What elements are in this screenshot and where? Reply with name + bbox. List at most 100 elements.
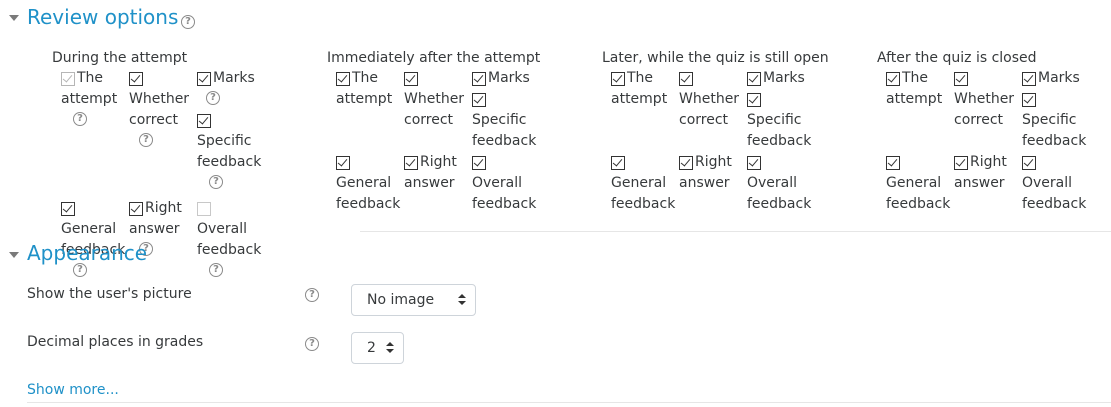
option-label-marks: Marks (763, 70, 805, 86)
question-circle-icon[interactable]: ? (209, 263, 223, 277)
review-options-title[interactable]: Review options (27, 5, 178, 29)
checkbox-during-specific-feedback[interactable] (197, 114, 211, 128)
decimal-places-select[interactable]: 2 (351, 332, 404, 364)
option-label-specific-feedback: Specific (1022, 112, 1077, 128)
show-more-link[interactable]: Show more... (27, 382, 119, 398)
option-label-overall-feedback-line2: feedback (472, 196, 537, 212)
caret-down-icon[interactable] (9, 252, 19, 258)
checkbox-during-whether-correct[interactable] (129, 72, 143, 86)
option-label-specific-feedback: Specific (747, 112, 802, 128)
option-label-whether-correct-line2: correct (404, 112, 454, 128)
question-circle-icon[interactable]: ? (181, 15, 195, 29)
checkbox-later-marks[interactable] (747, 72, 761, 86)
checkbox-closed-marks[interactable] (1022, 72, 1036, 86)
option-label-specific-feedback: Specific (197, 133, 252, 149)
option-label-overall-feedback: Overall (472, 175, 523, 191)
option-label-the-attempt: The (352, 70, 379, 86)
option-label-right-answer: Right (695, 154, 732, 170)
bottom-divider (27, 402, 1111, 403)
checkbox-later-overall-feedback[interactable] (747, 156, 761, 170)
option-label-overall-feedback-line2: feedback (197, 242, 262, 258)
checkbox-during-the-attempt (61, 72, 75, 86)
checkbox-immediately-overall-feedback[interactable] (472, 156, 486, 170)
option-label-overall-feedback-line2: feedback (1022, 196, 1087, 212)
option-label-whether-correct: Whether (679, 91, 740, 107)
decimal-places-label: Decimal places in grades (27, 334, 204, 350)
checkbox-closed-the-attempt[interactable] (886, 72, 900, 86)
checkbox-later-general-feedback[interactable] (611, 156, 625, 170)
option-label-the-attempt-line2: attempt (336, 91, 393, 107)
show-picture-select[interactable]: No image (351, 284, 476, 316)
option-label-the-attempt: The (77, 70, 104, 86)
checkbox-later-whether-correct[interactable] (679, 72, 693, 86)
question-circle-icon[interactable]: ? (305, 288, 319, 302)
checkbox-later-right-answer[interactable] (679, 156, 693, 170)
select-arrows-icon (458, 293, 466, 307)
option-label-the-attempt-line2: attempt (611, 91, 668, 107)
question-circle-icon[interactable]: ? (139, 133, 153, 147)
option-label-specific-feedback-line2: feedback (197, 154, 262, 170)
review-options-header[interactable]: Review options ? (0, 5, 250, 35)
checkbox-closed-whether-correct[interactable] (954, 72, 968, 86)
option-label-the-attempt-line2: attempt (61, 91, 118, 107)
checkbox-during-right-answer[interactable] (129, 202, 143, 216)
option-label-overall-feedback: Overall (747, 175, 798, 191)
option-label-whether-correct-line2: correct (129, 112, 179, 128)
question-circle-icon[interactable]: ? (209, 175, 223, 189)
option-label-general-feedback-line2: feedback (611, 196, 676, 212)
option-label-the-attempt: The (902, 70, 929, 86)
checkbox-immediately-right-answer[interactable] (404, 156, 418, 170)
option-label-marks: Marks (213, 70, 255, 86)
checkbox-immediately-marks[interactable] (472, 72, 486, 86)
option-label-right-answer: Right (970, 154, 1007, 170)
option-label-right-answer: Right (420, 154, 457, 170)
option-label-whether-correct-line2: correct (679, 112, 729, 128)
question-circle-icon[interactable]: ? (73, 112, 87, 126)
option-label-whether-correct: Whether (954, 91, 1015, 107)
option-label-general-feedback: General (336, 175, 392, 191)
show-picture-label: Show the user's picture (27, 286, 192, 302)
column-title-during: During the attempt (52, 50, 188, 66)
section-divider (360, 231, 1111, 232)
checkbox-immediately-specific-feedback[interactable] (472, 93, 486, 107)
select-arrows-icon (386, 341, 394, 355)
checkbox-during-general-feedback[interactable] (61, 202, 75, 216)
column-title-later: Later, while the quiz is still open (602, 50, 829, 66)
option-label-the-attempt: The (627, 70, 654, 86)
option-label-right-answer: Right (145, 200, 182, 216)
question-circle-icon[interactable]: ? (305, 337, 319, 351)
question-circle-icon[interactable]: ? (206, 91, 220, 105)
show-picture-value: No image (367, 292, 435, 308)
caret-down-icon[interactable] (9, 15, 19, 21)
checkbox-immediately-general-feedback[interactable] (336, 156, 350, 170)
column-title-closed: After the quiz is closed (877, 50, 1037, 66)
option-label-specific-feedback-line2: feedback (1022, 133, 1087, 149)
option-label-specific-feedback-line2: feedback (472, 133, 537, 149)
checkbox-during-overall-feedback (197, 202, 211, 216)
option-label-whether-correct: Whether (404, 91, 465, 107)
option-label-right-answer-line2: answer (404, 175, 455, 191)
decimal-places-value: 2 (367, 340, 376, 356)
option-label-marks: Marks (488, 70, 530, 86)
option-label-general-feedback: General (61, 221, 117, 237)
option-label-right-answer-line2: answer (679, 175, 730, 191)
column-title-immediately: Immediately after the attempt (327, 50, 541, 66)
checkbox-later-the-attempt[interactable] (611, 72, 625, 86)
option-label-whether-correct-line2: correct (954, 112, 1004, 128)
checkbox-closed-right-answer[interactable] (954, 156, 968, 170)
option-label-general-feedback: General (611, 175, 667, 191)
checkbox-later-specific-feedback[interactable] (747, 93, 761, 107)
checkbox-closed-overall-feedback[interactable] (1022, 156, 1036, 170)
option-label-specific-feedback: Specific (472, 112, 527, 128)
appearance-header[interactable]: Appearance (0, 241, 170, 271)
option-label-general-feedback-line2: feedback (336, 196, 401, 212)
checkbox-immediately-the-attempt[interactable] (336, 72, 350, 86)
appearance-title[interactable]: Appearance (27, 241, 147, 265)
option-label-general-feedback: General (886, 175, 942, 191)
option-label-overall-feedback-line2: feedback (747, 196, 812, 212)
checkbox-immediately-whether-correct[interactable] (404, 72, 418, 86)
checkbox-closed-specific-feedback[interactable] (1022, 93, 1036, 107)
option-label-general-feedback-line2: feedback (886, 196, 951, 212)
checkbox-closed-general-feedback[interactable] (886, 156, 900, 170)
checkbox-during-marks[interactable] (197, 72, 211, 86)
